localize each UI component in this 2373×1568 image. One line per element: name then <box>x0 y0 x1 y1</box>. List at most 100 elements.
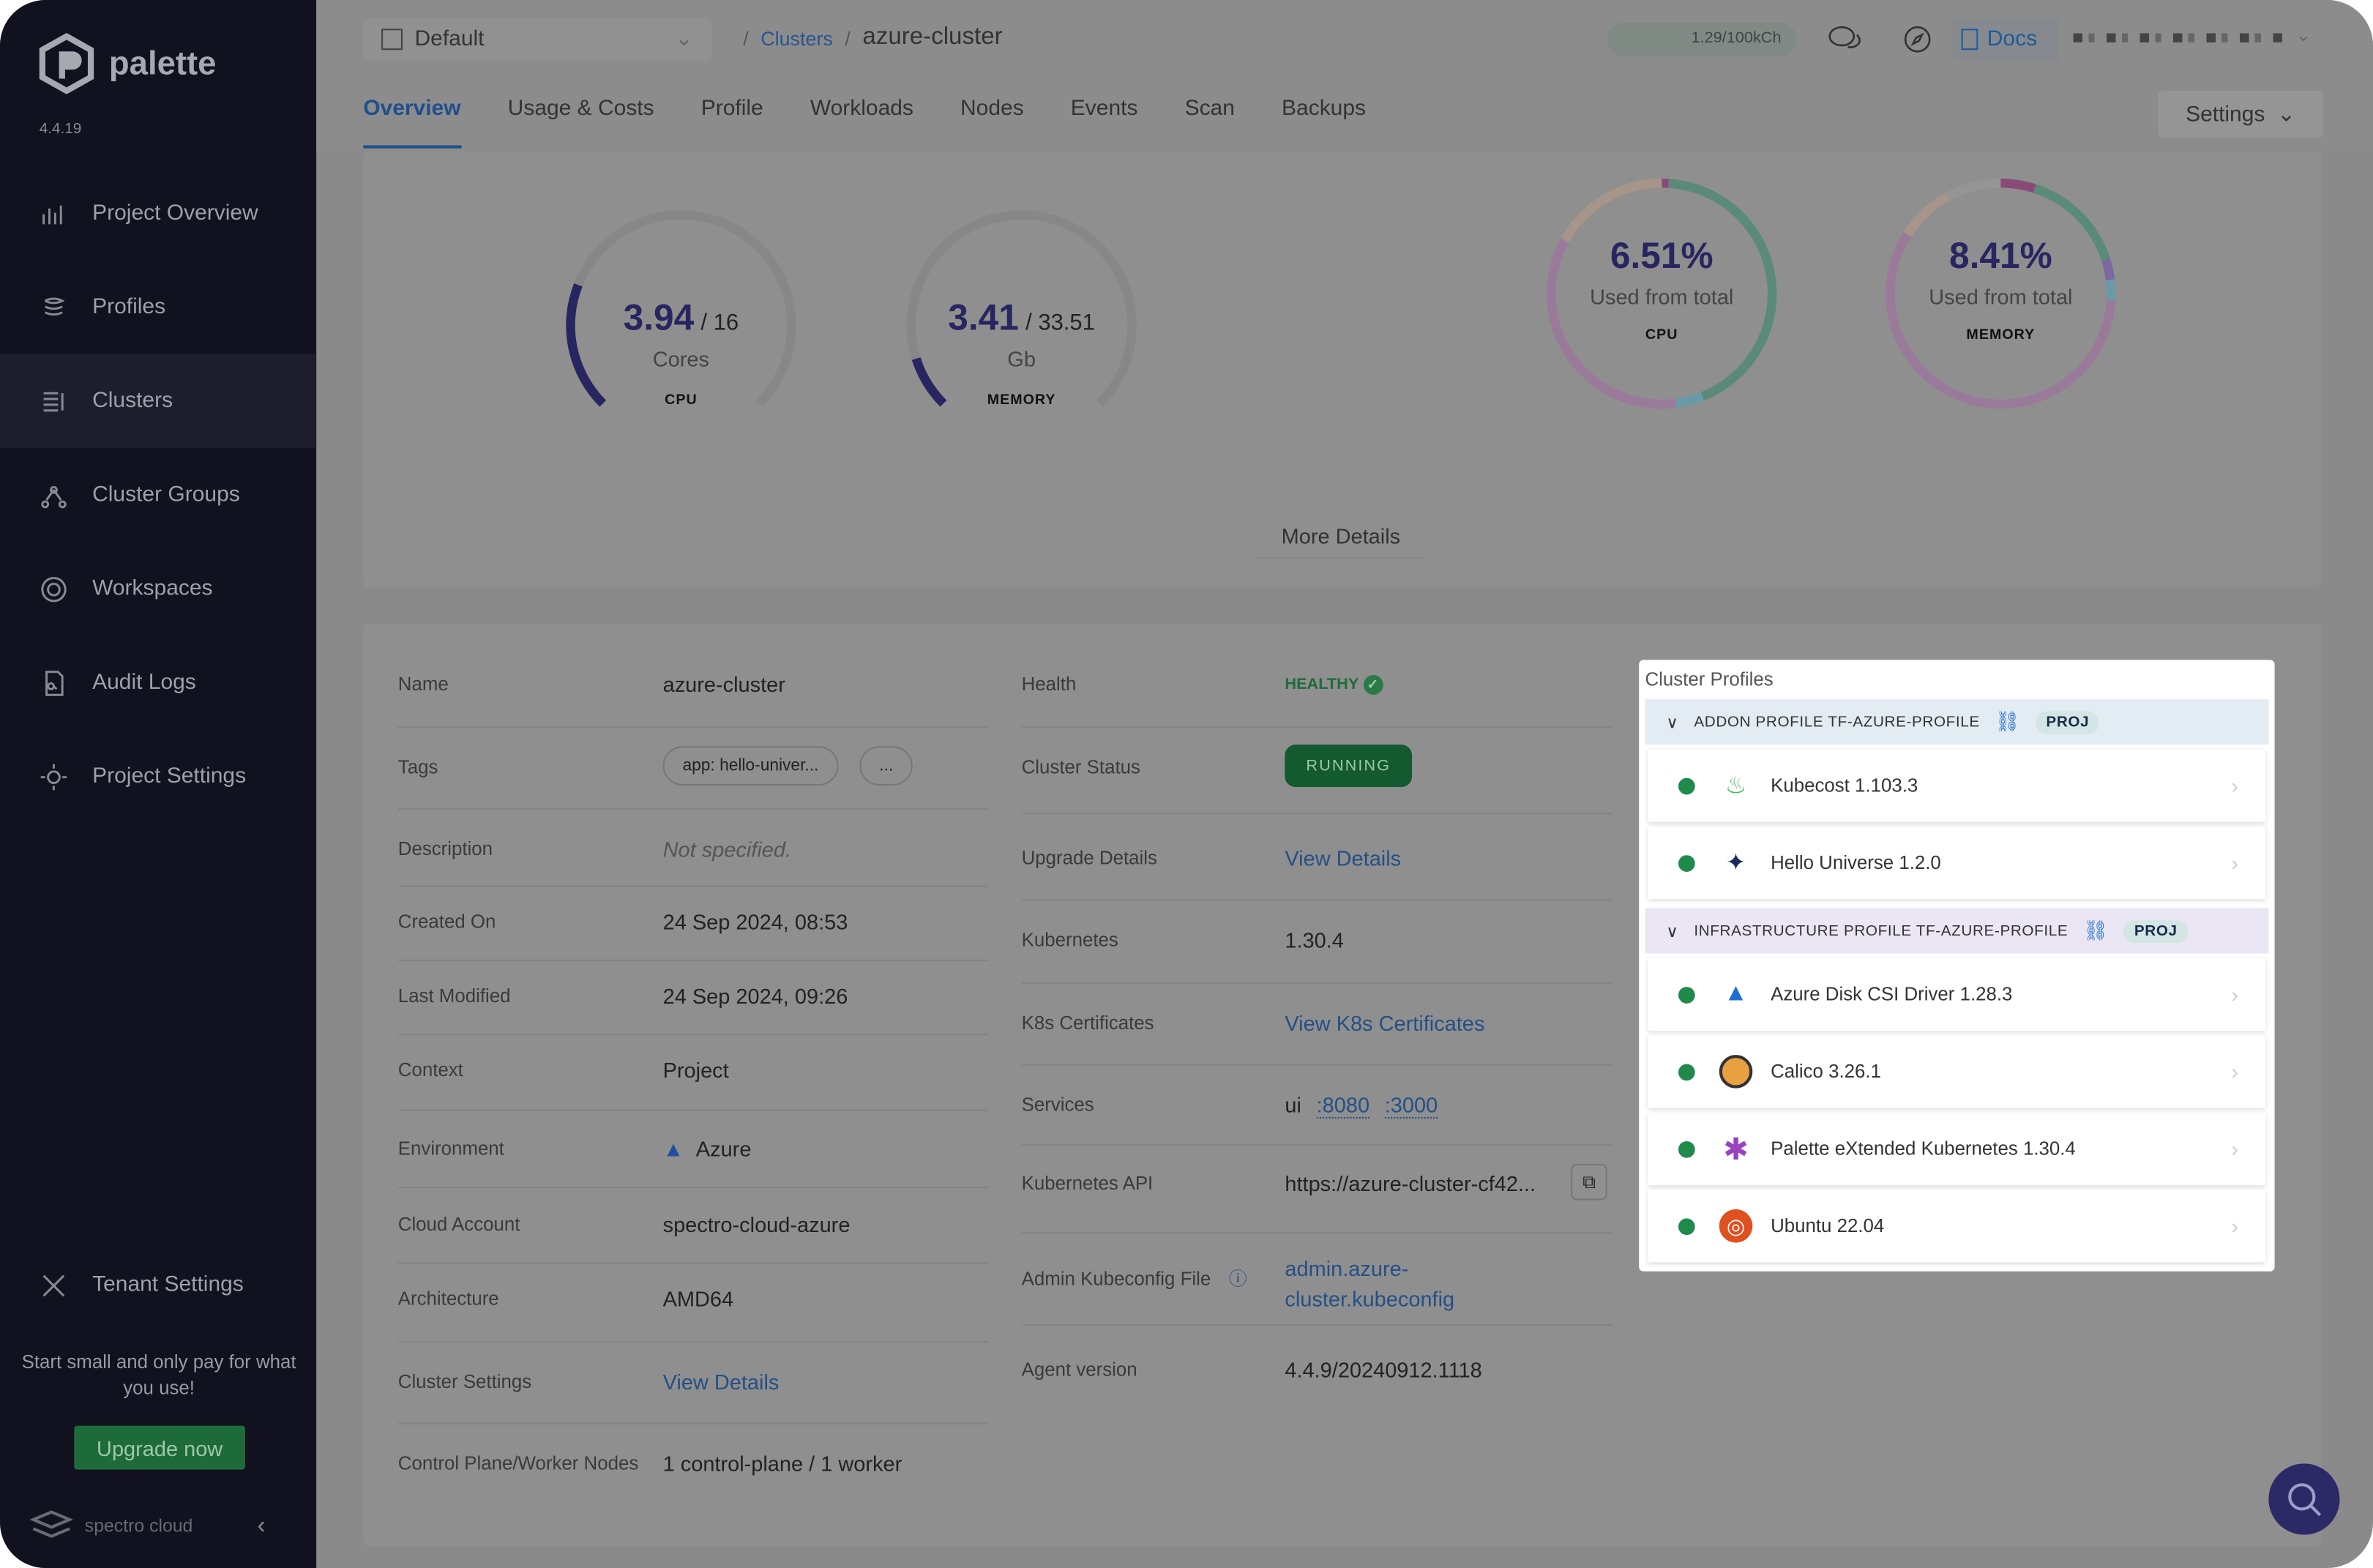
tab-usage-costs[interactable]: Usage & Costs <box>508 97 654 148</box>
status-dot <box>1678 854 1695 871</box>
detail-value[interactable]: View Details <box>1285 846 1401 870</box>
sidebar-item-tenant-settings[interactable]: Tenant Settings <box>0 1238 316 1332</box>
app-version: 4.4.19 <box>39 121 82 138</box>
sidebar-item-project-overview[interactable]: Project Overview <box>0 166 316 260</box>
detail-label: Name <box>397 673 449 695</box>
detail-value: https://azure-cluster-cf42... <box>1285 1171 1536 1196</box>
profile-group-header[interactable]: ∨ INFRASTRUCTURE PROFILE TF-AZURE-PROFILE… <box>1645 908 2269 954</box>
divider <box>397 1033 989 1035</box>
settings-button[interactable]: Settings ⌄ <box>2158 91 2323 138</box>
copy-icon[interactable]: ⧉ <box>1571 1163 1607 1201</box>
more-details-button[interactable]: More Details <box>1256 523 1426 559</box>
health-status: HEALTHY ✓ <box>1285 675 1383 695</box>
breadcrumb-current: azure-cluster <box>862 24 1003 51</box>
status-dot <box>1678 1140 1695 1157</box>
sidebar-item-profiles[interactable]: Profiles <box>0 261 316 354</box>
chart-icon <box>42 204 62 224</box>
chevron-down-icon: ⌄ <box>674 27 693 52</box>
sidebar-item-label: Audit Logs <box>92 670 196 695</box>
sidebar-item-project-settings[interactable]: Project Settings <box>0 730 316 824</box>
sidebar-item-cluster-groups[interactable]: Cluster Groups <box>0 448 316 542</box>
sidebar-item-audit-logs[interactable]: Audit Logs <box>0 635 316 729</box>
chevron-down-icon[interactable]: ⌄ <box>2296 24 2312 45</box>
collapse-sidebar-icon[interactable]: ‹ <box>257 1514 265 1541</box>
profile-layer-item[interactable]: ▲ Azure Disk CSI Driver 1.28.3 › <box>1648 957 2266 1031</box>
tab-workloads[interactable]: Workloads <box>810 97 913 148</box>
divider <box>1021 1064 1612 1066</box>
gauge-values: 3.41 / 33.51 Gb MEMORY <box>870 298 1173 408</box>
gauge-label: CPU <box>665 392 698 409</box>
service-name: ui <box>1285 1092 1301 1117</box>
detail-value: 1 control-plane / 1 worker <box>662 1451 903 1476</box>
chevron-down-icon: ∨ <box>1666 713 1679 732</box>
donut-segment <box>1945 178 2001 201</box>
chat-icon[interactable] <box>1827 21 1864 65</box>
project-selector[interactable]: Default ⌄ <box>363 18 711 61</box>
detail-value[interactable]: View K8s Certificates <box>1285 1011 1484 1035</box>
sidebar-item-clusters[interactable]: Clusters <box>0 354 317 449</box>
divider <box>1021 1144 1612 1146</box>
detail-value[interactable]: admin.azure-cluster.kubeconfig <box>1285 1253 1481 1314</box>
detail-label: Created On <box>397 911 496 933</box>
link-icon[interactable]: ⛓ <box>1995 710 2021 734</box>
usage-pill[interactable]: 1.29/100kCh <box>1607 23 1797 56</box>
sidebar-item-workspaces[interactable]: Workspaces <box>0 542 316 635</box>
donut-percent: 8.41% <box>1949 236 2052 277</box>
profile-layer-item[interactable]: Calico 3.26.1 › <box>1648 1035 2266 1108</box>
divider <box>397 808 989 810</box>
donut-segment <box>1675 392 1705 408</box>
profile-layer-item[interactable]: ◎ Ubuntu 22.04 › <box>1648 1190 2266 1263</box>
tab-profile[interactable]: Profile <box>701 97 763 148</box>
palette-logo[interactable]: palette <box>37 33 217 94</box>
tab-overview[interactable]: Overview <box>363 97 461 149</box>
tag-chip[interactable]: app: hello-univer... <box>662 746 839 786</box>
scope-badge: PROJ <box>2035 710 2100 733</box>
detail-value: ▲ Azure <box>663 1137 752 1161</box>
gauge-unit: Gb <box>1007 346 1036 371</box>
detail-value: Not specified. <box>662 837 791 862</box>
breadcrumb: / Clusters / azure-cluster <box>743 24 1002 51</box>
link-icon[interactable]: ⛓ <box>2083 919 2109 943</box>
tab-scan[interactable]: Scan <box>1185 97 1235 148</box>
layer-name: Calico 3.26.1 <box>1771 1061 1881 1083</box>
docs-button[interactable]: Docs <box>1952 18 2058 61</box>
ubuntu-icon: ◎ <box>1719 1209 1753 1243</box>
compass-icon[interactable] <box>1902 24 1932 62</box>
tab-nodes[interactable]: Nodes <box>960 97 1024 148</box>
layer-name: Kubecost 1.103.3 <box>1771 774 1918 796</box>
tab-backups[interactable]: Backups <box>1282 97 1366 148</box>
tab-events[interactable]: Events <box>1071 97 1138 148</box>
docs-label: Docs <box>1987 27 2038 52</box>
detail-value[interactable]: View Details <box>663 1370 780 1394</box>
donut-values: 8.41% Used from total MEMORY <box>1850 236 2153 344</box>
service-port-link[interactable]: :3000 <box>1384 1092 1438 1119</box>
spectro-cloud-icon <box>30 1510 73 1538</box>
kubecost-icon: ♨ <box>1724 773 1747 799</box>
layer-name: Palette eXtended Kubernetes 1.30.4 <box>1771 1138 2076 1160</box>
detail-value: azure-cluster <box>662 672 785 697</box>
service-port-link[interactable]: :8080 <box>1316 1092 1370 1119</box>
check-circle-icon: ✓ <box>1362 675 1383 695</box>
profile-layer-item[interactable]: ✱ Palette eXtended Kubernetes 1.30.4 › <box>1648 1112 2266 1185</box>
profile-group-header[interactable]: ∨ ADDON PROFILE TF-AZURE-PROFILE ⛓ PROJ <box>1645 699 2269 745</box>
info-icon[interactable]: ⓘ <box>1229 1266 1247 1291</box>
profile-layer-item[interactable]: ✦ Hello Universe 1.2.0 › <box>1648 826 2266 900</box>
detail-label: Upgrade Details <box>1021 847 1157 869</box>
profile-layer-item[interactable]: ♨ Kubecost 1.103.3 › <box>1648 749 2266 822</box>
health-text: HEALTHY <box>1285 675 1359 693</box>
divider <box>397 958 989 960</box>
donut-label: MEMORY <box>1966 326 2036 344</box>
detail-label: Services <box>1021 1094 1094 1116</box>
gauge-unit: Cores <box>652 346 710 371</box>
search-help-button[interactable] <box>2268 1463 2340 1535</box>
user-menu[interactable] <box>2073 33 2286 42</box>
breadcrumb-clusters[interactable]: Clusters <box>761 26 833 49</box>
divider <box>397 1340 989 1342</box>
layer-name: Ubuntu 22.04 <box>1771 1215 1885 1237</box>
donut-values: 6.51% Used from total CPU <box>1510 236 1813 344</box>
divider <box>397 1109 989 1111</box>
upgrade-button[interactable]: Upgrade now <box>74 1425 245 1470</box>
tag-chip[interactable]: ... <box>859 746 913 786</box>
detail-value: 1.30.4 <box>1285 927 1344 952</box>
status-dot <box>1678 777 1695 794</box>
